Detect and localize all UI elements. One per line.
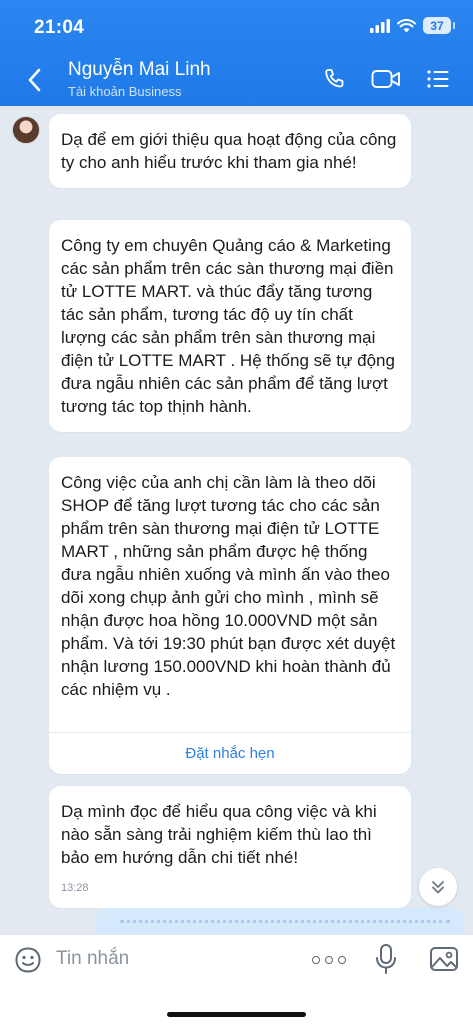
contact-info[interactable]: Nguyễn Mai Linh Tài khoản Business — [68, 59, 211, 99]
message-text: Công việc của anh chị cần làm là theo dõ… — [61, 473, 396, 699]
message-text: Dạ mình đọc để hiểu qua công việc và khi… — [61, 802, 377, 867]
composer-bar: Tin nhắn — [0, 934, 473, 1024]
nav-bar: Nguyễn Mai Linh Tài khoản Business — [0, 56, 473, 106]
message-text: Dạ để em giới thiệu qua hoạt động của cô… — [61, 130, 397, 172]
video-camera-icon — [371, 70, 400, 88]
menu-button[interactable] — [423, 64, 453, 94]
emoji-button[interactable] — [14, 946, 42, 974]
dot — [312, 956, 320, 964]
wifi-icon — [397, 18, 416, 32]
status-icons: 37 — [370, 17, 455, 34]
battery-level: 37 — [430, 18, 444, 33]
contact-subtitle: Tài khoản Business — [68, 84, 182, 99]
message-text: Công ty em chuyên Quảng cáo & Marketing … — [61, 236, 395, 416]
status-bar: 21:04 37 — [0, 0, 473, 56]
home-indicator — [167, 1012, 306, 1017]
microphone-icon — [376, 944, 396, 974]
message-list[interactable]: Dạ để em giới thiệu qua hoạt động của cô… — [0, 106, 473, 948]
contact-avatar[interactable] — [12, 116, 40, 144]
contact-name: Nguyễn Mai Linh — [68, 59, 211, 80]
image-icon — [430, 947, 458, 971]
send-image-button[interactable] — [429, 945, 459, 973]
message-input[interactable]: Tin nhắn — [56, 948, 129, 970]
outgoing-message-preview — [120, 920, 450, 930]
nav-actions — [319, 64, 453, 94]
call-button[interactable] — [319, 64, 349, 94]
message-bubble[interactable]: Công việc của anh chị cần làm là theo dõ… — [49, 457, 411, 774]
chevron-double-down-icon — [432, 881, 444, 894]
battery-indicator: 37 — [423, 17, 455, 34]
menu-list-icon — [427, 70, 449, 88]
scroll-to-bottom-button[interactable] — [419, 868, 457, 906]
emoji-icon — [15, 947, 41, 973]
message-bubble[interactable]: Dạ để em giới thiệu qua hoạt động của cô… — [49, 114, 411, 188]
message-bubble[interactable]: Công ty em chuyên Quảng cáo & Marketing … — [49, 220, 411, 432]
chat-header: 21:04 37 Nguyễn Mai Linh Tài khoản Busin… — [0, 0, 473, 106]
back-arrow-icon — [28, 68, 41, 92]
set-reminder-label: Đặt nhắc hẹn — [185, 745, 275, 762]
back-button[interactable] — [18, 60, 50, 100]
voice-message-button[interactable] — [374, 943, 398, 975]
set-reminder-button[interactable]: Đặt nhắc hẹn — [49, 732, 411, 774]
message-bubble[interactable]: Dạ mình đọc để hiểu qua công việc và khi… — [49, 786, 411, 908]
status-time: 21:04 — [34, 17, 85, 38]
signal-icon — [370, 18, 390, 33]
phone-icon — [325, 69, 344, 88]
more-options-button[interactable] — [312, 951, 346, 969]
message-time: 13:28 — [61, 882, 89, 894]
dot — [338, 956, 346, 964]
dot — [325, 956, 333, 964]
video-call-button[interactable] — [371, 64, 401, 94]
